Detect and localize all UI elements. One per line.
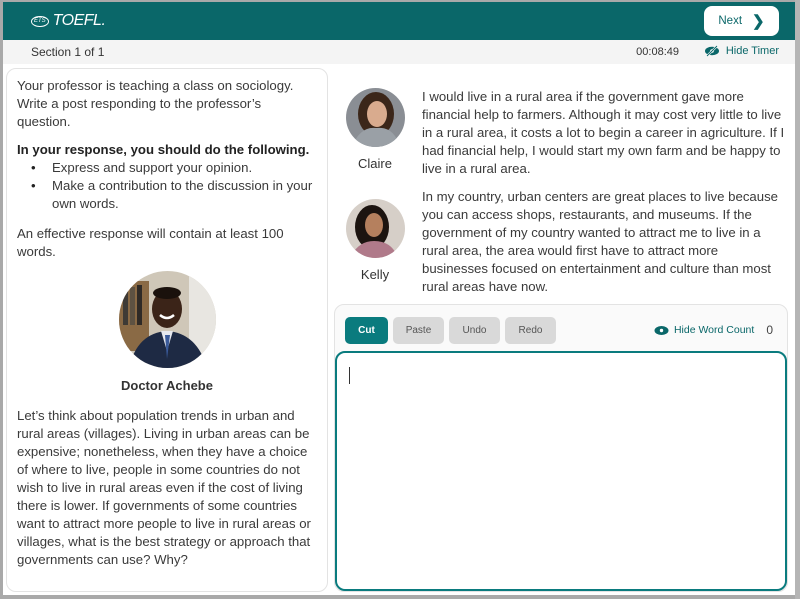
student-post: Claire I would live in a rural area if t…	[333, 88, 795, 183]
undo-button[interactable]: Undo	[449, 317, 500, 344]
toefl-wordmark: TOEFL.	[52, 12, 106, 29]
prompt-intro: Your professor is teaching a class on so…	[17, 78, 294, 129]
student-post-text: In my country, urban centers are great p…	[422, 189, 779, 294]
student-name: Claire	[358, 156, 392, 171]
student-avatar-claire	[345, 88, 405, 147]
instruction-item: Make a contribution to the discussion in…	[17, 177, 317, 213]
hide-timer-label: Hide Timer	[725, 45, 779, 57]
redo-button[interactable]: Redo	[505, 317, 556, 344]
response-textarea[interactable]	[335, 351, 787, 591]
timer-readout: 00:08:49	[636, 46, 679, 58]
response-editor: Cut Paste Undo Redo Hide Word Count 0	[334, 304, 788, 592]
eye-slash-icon	[704, 45, 719, 57]
prompt-panel: Your professor is teaching a class on so…	[6, 68, 328, 592]
length-note: An effective response will contain at le…	[17, 226, 284, 259]
ets-logo-mark: ETS	[31, 15, 49, 27]
top-bar: ETS TOEFL. Next ❯	[3, 2, 795, 40]
eye-icon	[654, 325, 669, 335]
student-post-text: I would live in a rural area if the gove…	[422, 89, 785, 176]
hide-word-count-button[interactable]: Hide Word Count	[654, 324, 754, 336]
hide-word-count-label: Hide Word Count	[673, 324, 755, 336]
instructions-heading: In your response, you should do the foll…	[17, 142, 310, 157]
test-window: ETS TOEFL. Next ❯ Section 1 of 1 00:08:4…	[3, 2, 795, 595]
professor-name: Doctor Achebe	[121, 378, 213, 393]
instructions-list: Express and support your opinion. Make a…	[17, 159, 317, 213]
paste-button[interactable]: Paste	[393, 317, 444, 344]
student-avatar-kelly	[345, 199, 405, 258]
student-identity: Kelly	[345, 199, 405, 284]
instruction-item: Express and support your opinion.	[17, 159, 317, 177]
next-button[interactable]: Next ❯	[704, 6, 779, 36]
student-identity: Claire	[345, 88, 405, 173]
next-label: Next	[718, 15, 743, 27]
editor-toolbar: Cut Paste Undo Redo	[345, 317, 556, 344]
hide-timer-button[interactable]: Hide Timer	[704, 45, 779, 57]
word-count-area: Hide Word Count 0	[654, 323, 773, 337]
section-bar: Section 1 of 1 00:08:49 Hide Timer	[3, 40, 795, 64]
text-caret	[349, 367, 350, 384]
student-post: Kelly In my country, urban centers are g…	[333, 188, 795, 298]
toefl-logo: ETS TOEFL.	[31, 12, 106, 30]
word-count: 0	[766, 323, 773, 337]
section-indicator: Section 1 of 1	[31, 45, 105, 59]
professor-avatar	[118, 271, 216, 368]
window-edge	[795, 0, 800, 599]
professor-card: Doctor Achebe	[17, 271, 317, 395]
professor-question: Let’s think about population trends in u…	[17, 408, 311, 567]
cut-button[interactable]: Cut	[345, 317, 388, 344]
chevron-right-icon: ❯	[752, 12, 765, 30]
student-name: Kelly	[360, 267, 390, 282]
